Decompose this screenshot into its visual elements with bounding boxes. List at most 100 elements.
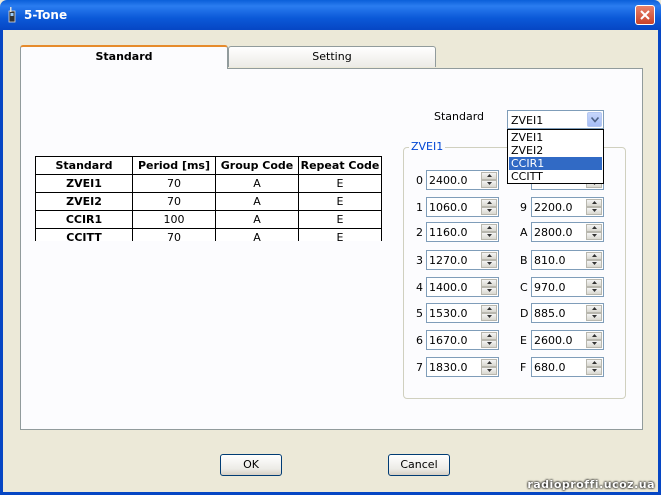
- ok-button[interactable]: OK: [220, 454, 282, 476]
- standards-table: Standard Period [ms] Group Code Repeat C…: [35, 156, 382, 241]
- tone-field-a[interactable]: 2800.0: [531, 222, 604, 242]
- spin-up-arrow-icon: [487, 361, 492, 364]
- tone-value[interactable]: 2800.0: [534, 226, 573, 239]
- title-bar[interactable]: 5-Tone: [0, 0, 661, 30]
- spin-down-button[interactable]: [586, 287, 602, 295]
- spin-up-button[interactable]: [481, 224, 497, 232]
- tone-value[interactable]: 885.0: [534, 307, 566, 320]
- spin-down-button[interactable]: [586, 232, 602, 240]
- standard-select[interactable]: ZVEI1: [507, 110, 604, 129]
- watermark-text: radioproffi.ucoz.ua: [527, 478, 655, 491]
- spin-down-arrow-icon: [592, 209, 597, 212]
- spin-up-arrow-icon: [592, 307, 597, 310]
- tone-field-d[interactable]: 885.0: [531, 303, 604, 323]
- tone-value[interactable]: 2400.0: [429, 174, 468, 187]
- spin-up-button[interactable]: [586, 305, 602, 313]
- tone-value[interactable]: 1160.0: [429, 226, 468, 239]
- spin-down-button[interactable]: [481, 232, 497, 240]
- spin-up-button[interactable]: [586, 279, 602, 287]
- header-group-code: Group Code: [215, 156, 299, 175]
- standard-select-dropdown-button[interactable]: [587, 112, 602, 127]
- tone-field-4[interactable]: 1400.0: [426, 277, 499, 297]
- spin-up-button[interactable]: [586, 199, 602, 207]
- tone-value[interactable]: 680.0: [534, 361, 566, 374]
- spin-up-button[interactable]: [586, 332, 602, 340]
- tone-field-5[interactable]: 1530.0: [426, 303, 499, 323]
- tone-value[interactable]: 1270.0: [429, 254, 468, 267]
- spin-down-button[interactable]: [481, 207, 497, 215]
- tone-field-3[interactable]: 1270.0: [426, 250, 499, 270]
- spin-up-button[interactable]: [481, 359, 497, 367]
- standards-table-viewport[interactable]: Standard Period [ms] Group Code Repeat C…: [35, 156, 387, 241]
- spin-up-button[interactable]: [586, 252, 602, 260]
- spin-up-button[interactable]: [586, 224, 602, 232]
- spin-down-arrow-icon: [592, 289, 597, 292]
- spin-down-button[interactable]: [586, 260, 602, 268]
- tone-field-0[interactable]: 2400.0: [426, 170, 499, 190]
- spin-down-button[interactable]: [481, 313, 497, 321]
- spin-down-button[interactable]: [586, 313, 602, 321]
- tone-field-7[interactable]: 1830.0: [426, 357, 499, 377]
- standard-dropdown-list[interactable]: ZVEI1 ZVEI2 CCIR1 CCITT: [507, 129, 604, 184]
- cancel-button[interactable]: Cancel: [388, 454, 450, 476]
- tone-value[interactable]: 1530.0: [429, 307, 468, 320]
- cell-repeat-code: E: [298, 210, 382, 229]
- table-row[interactable]: CCITT 70 A E: [35, 228, 382, 241]
- tone-field-1[interactable]: 1060.0: [426, 197, 499, 217]
- tone-field-f[interactable]: 680.0: [531, 357, 604, 377]
- spin-up-button[interactable]: [481, 305, 497, 313]
- spin-down-button[interactable]: [481, 180, 497, 188]
- close-button[interactable]: [635, 5, 655, 25]
- tone-value[interactable]: 810.0: [534, 254, 566, 267]
- spin-up-button[interactable]: [586, 359, 602, 367]
- spin-down-arrow-icon: [592, 234, 597, 237]
- spin-down-arrow-icon: [487, 182, 492, 185]
- tone-field-9[interactable]: 2200.0: [531, 197, 604, 217]
- dropdown-option-ccitt[interactable]: CCITT: [509, 170, 602, 183]
- table-header-row: Standard Period [ms] Group Code Repeat C…: [35, 156, 382, 175]
- tab-setting[interactable]: Setting: [228, 46, 436, 67]
- spin-down-arrow-icon: [592, 262, 597, 265]
- cell-standard: CCIR1: [35, 210, 133, 229]
- dropdown-option-zvei2[interactable]: ZVEI2: [509, 144, 602, 157]
- spin-down-arrow-icon: [487, 369, 492, 372]
- tone-field-2[interactable]: 1160.0: [426, 222, 499, 242]
- table-row[interactable]: CCIR1 100 A E: [35, 210, 382, 229]
- walkie-talkie-icon: [8, 7, 16, 23]
- tab-standard[interactable]: Standard: [20, 45, 228, 69]
- tone-value[interactable]: 1830.0: [429, 361, 468, 374]
- spin-up-arrow-icon: [487, 226, 492, 229]
- tone-field-c[interactable]: 970.0: [531, 277, 604, 297]
- spin-down-arrow-icon: [592, 342, 597, 345]
- tone-value[interactable]: 970.0: [534, 281, 566, 294]
- spin-up-button[interactable]: [481, 199, 497, 207]
- tone-field-6[interactable]: 1670.0: [426, 330, 499, 350]
- spin-down-button[interactable]: [481, 367, 497, 375]
- spin-down-arrow-icon: [487, 289, 492, 292]
- tone-field-e[interactable]: 2600.0: [531, 330, 604, 350]
- cell-standard: ZVEI1: [35, 174, 133, 193]
- tone-value[interactable]: 1670.0: [429, 334, 468, 347]
- table-row[interactable]: ZVEI2 70 A E: [35, 192, 382, 211]
- cell-group-code: A: [215, 192, 299, 211]
- cell-repeat-code: E: [298, 174, 382, 193]
- tone-field-b[interactable]: 810.0: [531, 250, 604, 270]
- tone-value[interactable]: 1060.0: [429, 201, 468, 214]
- spin-down-button[interactable]: [481, 287, 497, 295]
- table-row[interactable]: ZVEI1 70 A E: [35, 174, 382, 193]
- spin-up-arrow-icon: [487, 201, 492, 204]
- spin-up-button[interactable]: [481, 172, 497, 180]
- tone-value[interactable]: 1400.0: [429, 281, 468, 294]
- dropdown-option-zvei1[interactable]: ZVEI1: [509, 131, 602, 144]
- spin-up-button[interactable]: [481, 252, 497, 260]
- spin-up-button[interactable]: [481, 279, 497, 287]
- spin-down-button[interactable]: [586, 367, 602, 375]
- spin-up-button[interactable]: [481, 332, 497, 340]
- spin-down-button[interactable]: [586, 340, 602, 348]
- spin-down-button[interactable]: [481, 340, 497, 348]
- dropdown-option-ccir1[interactable]: CCIR1: [509, 157, 602, 170]
- spin-down-button[interactable]: [481, 260, 497, 268]
- tone-value[interactable]: 2600.0: [534, 334, 573, 347]
- spin-down-button[interactable]: [586, 207, 602, 215]
- tone-value[interactable]: 2200.0: [534, 201, 573, 214]
